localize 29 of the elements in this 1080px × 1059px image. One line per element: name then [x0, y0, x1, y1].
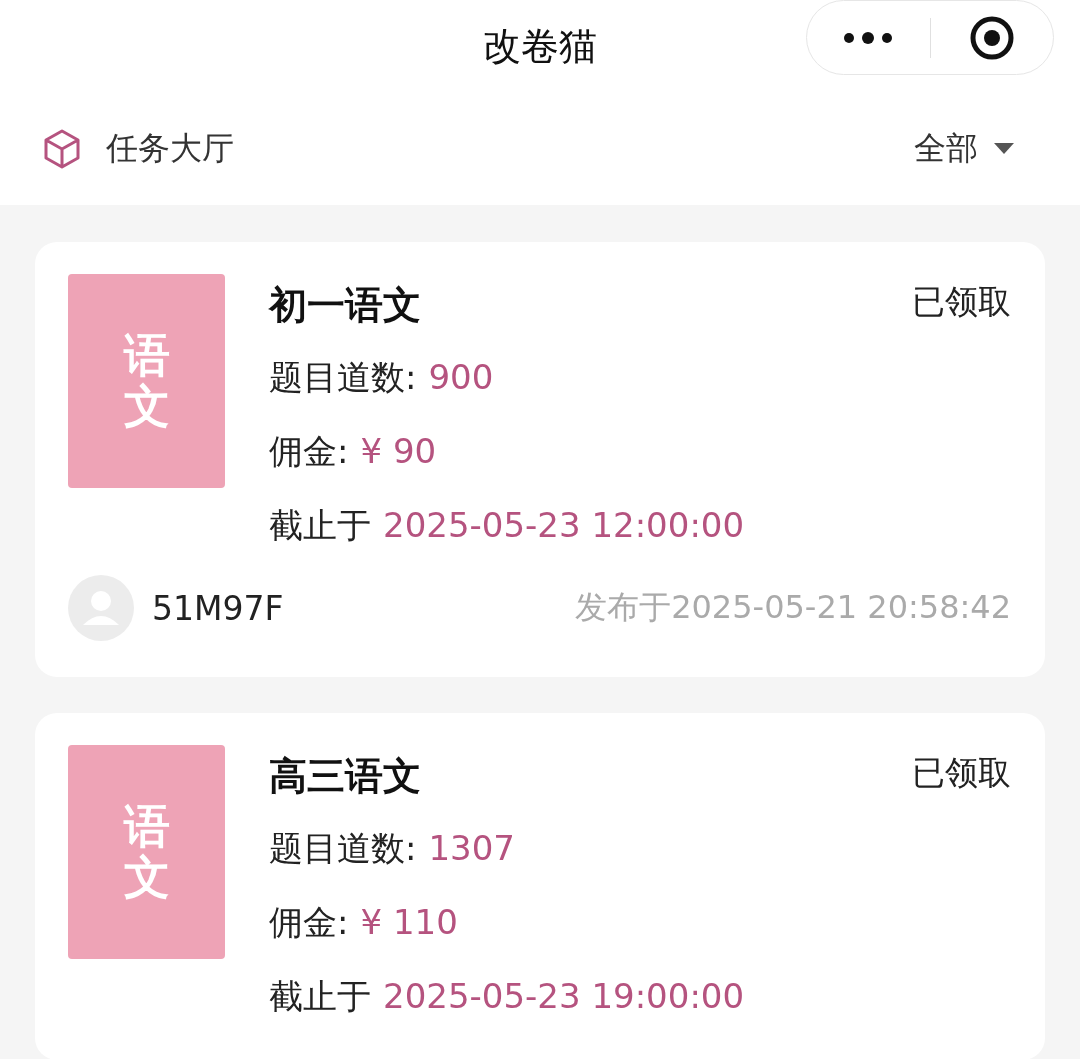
task-card[interactable]: 语文 初一语文 已领取 题目道数: 900 佣金: ¥ 90 截止于 2025-05-23 12:00:00 51M97F 发布于2025-05-21 20:58:42	[35, 242, 1045, 677]
publish-date: 发布于2025-05-21 20:58:42	[575, 587, 1011, 628]
task-title: 初一语文	[269, 282, 421, 329]
count-value: 1307	[428, 827, 515, 870]
task-status: 已领取	[912, 752, 1011, 794]
deadline-label: 截止于	[269, 975, 371, 1018]
caret-icon	[994, 143, 1014, 154]
task-title: 高三语文	[269, 753, 421, 800]
fee-label: 佣金:	[269, 430, 349, 473]
fee-value: ¥ 90	[360, 430, 437, 473]
task-card[interactable]: 语文 高三语文 已领取 题目道数: 1307 佣金: ¥ 110 截止于 2025-05-23 19:00:00	[35, 713, 1045, 1059]
publisher-name: 51M97F	[152, 588, 285, 628]
deadline-label: 截止于	[269, 504, 371, 547]
count-label: 题目道数:	[269, 827, 417, 870]
target-icon	[968, 14, 1015, 61]
fee-label: 佣金:	[269, 901, 349, 944]
deadline-value: 2025-05-23 12:00:00	[383, 504, 745, 547]
deadline-value: 2025-05-23 19:00:00	[383, 975, 745, 1018]
count-label: 题目道数:	[269, 356, 417, 399]
more-icon	[843, 31, 894, 44]
subject-label: 语文	[123, 801, 170, 903]
section-title: 任务大厅	[106, 127, 235, 169]
cube-icon	[42, 127, 82, 170]
fee-value: ¥ 110	[360, 901, 458, 944]
window-title: 改卷猫	[483, 22, 597, 70]
task-status: 已领取	[912, 281, 1011, 323]
count-value: 900	[428, 356, 494, 399]
subject-label: 语文	[123, 330, 170, 432]
filter-dropdown[interactable]: 全部	[914, 126, 1014, 171]
